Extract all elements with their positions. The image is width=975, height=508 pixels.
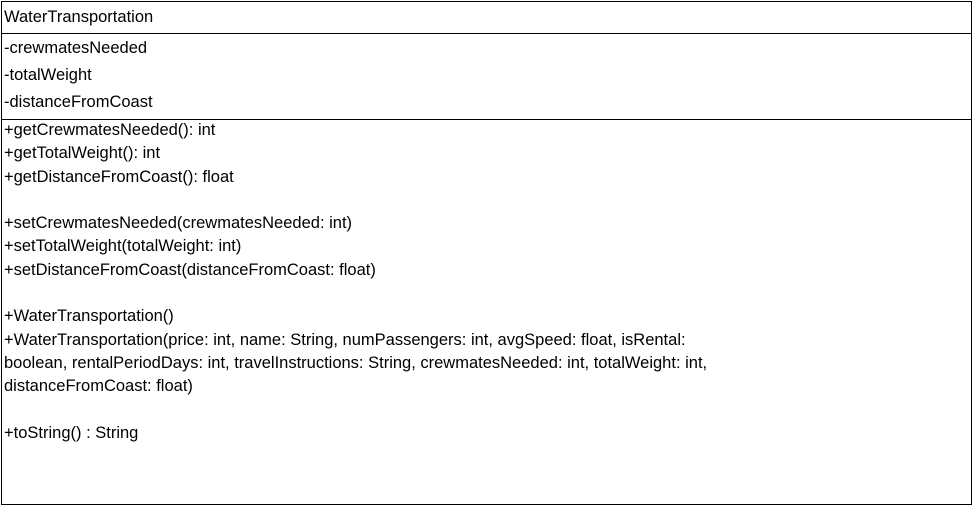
method-get-crewmates-needed: +getCrewmatesNeeded(): int	[4, 121, 216, 139]
method-get-distance-from-coast: +getDistanceFromCoast(): float	[4, 167, 234, 186]
constructor-default: +WaterTransportation()	[4, 307, 174, 326]
method-get-total-weight: +getTotalWeight(): int	[4, 144, 161, 163]
uml-class-box: WaterTransportation -crewmatesNeeded -to…	[1, 1, 972, 505]
methods-section: +getCrewmatesNeeded(): int +getTotalWeig…	[2, 120, 971, 504]
method-set-crewmates-needed: +setCrewmatesNeeded(crewmatesNeeded: int…	[4, 214, 353, 233]
method-set-total-weight: +setTotalWeight(totalWeight: int)	[4, 237, 242, 256]
class-name: WaterTransportation	[4, 8, 154, 26]
method-set-distance-from-coast: +setDistanceFromCoast(distanceFromCoast:…	[4, 260, 376, 279]
method-group-spacer	[4, 189, 967, 212]
method-to-string: +toString() : String	[4, 423, 139, 442]
constructor-full-line-1: +WaterTransportation(price: int, name: S…	[4, 330, 686, 349]
attributes-section: -crewmatesNeeded -totalWeight -distanceF…	[2, 34, 971, 120]
attribute-crewmates-needed: -crewmatesNeeded	[4, 39, 148, 57]
constructor-full-line-2: boolean, rentalPeriodDays: int, travelIn…	[4, 353, 708, 372]
method-group-spacer	[4, 282, 967, 305]
attribute-total-weight: -totalWeight	[4, 66, 92, 84]
constructor-full-line-3: distanceFromCoast: float)	[4, 377, 193, 396]
attribute-distance-from-coast: -distanceFromCoast	[4, 93, 153, 111]
class-name-section: WaterTransportation	[2, 2, 971, 34]
method-group-spacer	[4, 399, 967, 422]
